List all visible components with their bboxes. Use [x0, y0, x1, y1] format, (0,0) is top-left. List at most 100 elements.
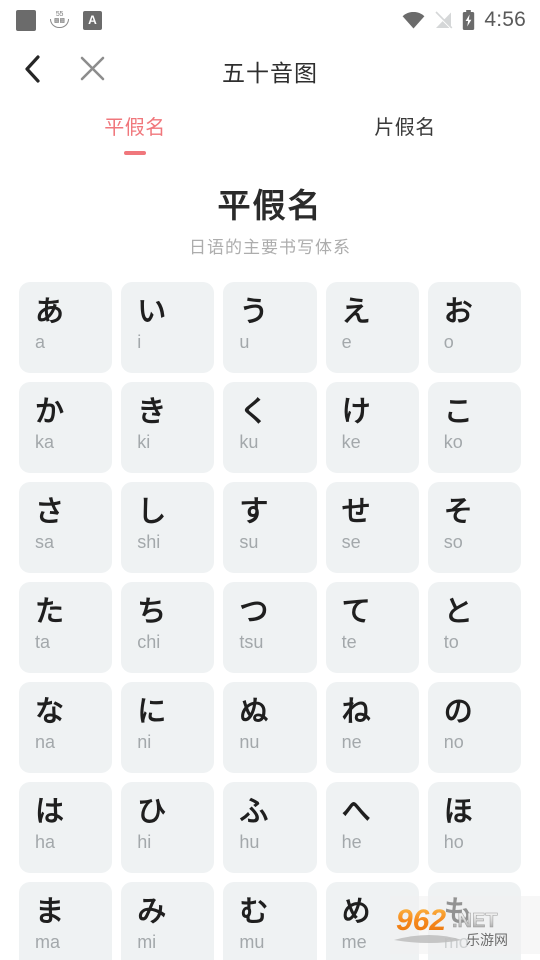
kana-character: さ	[35, 494, 65, 528]
kana-card[interactable]: も mo	[427, 882, 521, 960]
kana-character: つ	[239, 594, 269, 628]
kana-card[interactable]: ま ma	[19, 882, 113, 960]
kana-card[interactable]: け ke	[325, 382, 419, 473]
kana-romaji: ku	[239, 432, 259, 452]
kana-grid: あ a い i う u え e お o か ka き ki く ku け ke こ ko さ sa し shi す su せ se そ s…	[19, 282, 521, 960]
kana-card[interactable]: えe	[325, 282, 419, 373]
kana-card[interactable]: め me	[325, 882, 419, 960]
kana-romaji: mu	[239, 932, 265, 952]
kana-romaji: ta	[35, 632, 51, 652]
gauge-top-text: 55	[55, 10, 64, 18]
kana-romaji: o	[443, 332, 454, 352]
kana-card[interactable]: さ sa	[19, 482, 113, 573]
kana-romaji: chi	[137, 632, 161, 652]
kana-character: の	[443, 694, 473, 728]
kana-romaji: na	[35, 732, 56, 752]
kana-card[interactable]: へ he	[325, 782, 419, 873]
kana-romaji: mi	[137, 932, 157, 952]
status-bar-right-icons: 4:56	[402, 8, 526, 32]
kana-character: と	[443, 594, 473, 628]
kana-romaji: mo	[443, 932, 469, 952]
kana-character: く	[239, 394, 269, 428]
kana-character: そ	[443, 494, 473, 528]
kana-character: ぬ	[239, 694, 269, 728]
kana-character: う	[239, 294, 269, 328]
wifi-icon	[402, 11, 425, 29]
kana-card[interactable]: ほ ho	[427, 782, 521, 873]
kana-character: め	[341, 894, 371, 928]
kana-card[interactable]: ね ne	[325, 682, 419, 773]
kana-card[interactable]: か ka	[19, 382, 113, 473]
kana-card[interactable]: の no	[427, 682, 521, 773]
no-sim-icon	[434, 10, 453, 30]
kana-romaji: ko	[443, 432, 463, 452]
kana-character: へ	[341, 794, 371, 828]
kana-card[interactable]: おo	[427, 282, 521, 373]
kana-card[interactable]: そ so	[427, 482, 521, 573]
kana-romaji: u	[239, 332, 250, 352]
kana-character: に	[137, 694, 167, 728]
letter-a-icon: A	[83, 10, 102, 30]
kana-character: こ	[443, 394, 473, 428]
kana-romaji: so	[443, 532, 463, 552]
section-subtitle: 日语的主要书写体系	[189, 238, 351, 257]
gauge-arc-icon	[50, 18, 69, 28]
kana-card[interactable]: す su	[223, 482, 317, 573]
kana-romaji: te	[341, 632, 357, 652]
kana-card[interactable]: あa	[19, 282, 113, 373]
kana-character: て	[341, 594, 371, 628]
kana-card[interactable]: ひ hi	[121, 782, 215, 873]
kana-character: ふ	[239, 794, 269, 828]
kana-card[interactable]: こ ko	[427, 382, 521, 473]
kana-card[interactable]: て te	[325, 582, 419, 673]
tab-bar: 平假名 片假名	[0, 102, 540, 164]
tab-hiragana-label: 平假名	[104, 117, 166, 139]
kana-character: す	[239, 494, 269, 528]
kana-card[interactable]: く ku	[223, 382, 317, 473]
kana-card[interactable]: き ki	[121, 382, 215, 473]
close-button[interactable]	[70, 49, 114, 93]
kana-card[interactable]: た ta	[19, 582, 113, 673]
gauge-badge-icon: 55 ▩▩	[47, 10, 72, 31]
tab-katakana-label: 片假名	[374, 117, 436, 139]
kana-character: ひ	[137, 794, 167, 828]
kana-romaji: ne	[341, 732, 362, 752]
kana-card[interactable]: み mi	[121, 882, 215, 960]
kana-romaji: se	[341, 532, 361, 552]
kana-romaji: ha	[35, 832, 56, 852]
kana-card[interactable]: いi	[121, 282, 215, 373]
kana-card[interactable]: は ha	[19, 782, 113, 873]
back-button[interactable]	[10, 49, 54, 93]
kana-card[interactable]: ふ hu	[223, 782, 317, 873]
app-placeholder-icon	[16, 9, 36, 31]
kana-card[interactable]: む mu	[223, 882, 317, 960]
kana-romaji: e	[341, 332, 352, 352]
tab-katakana[interactable]: 片假名	[270, 102, 540, 164]
kana-character: も	[443, 894, 473, 928]
kana-card[interactable]: な na	[19, 682, 113, 773]
kana-card[interactable]: と to	[427, 582, 521, 673]
kana-romaji: to	[443, 632, 459, 652]
section-title: 平假名	[217, 187, 323, 224]
kana-card[interactable]: せ se	[325, 482, 419, 573]
kana-romaji: a	[35, 332, 46, 352]
kana-character: せ	[341, 494, 371, 528]
status-bar: 55 ▩▩ A 4:56	[0, 0, 540, 40]
kana-card[interactable]: ぬ nu	[223, 682, 317, 773]
kana-romaji: ke	[341, 432, 361, 452]
kana-card[interactable]: に ni	[121, 682, 215, 773]
kana-romaji: me	[341, 932, 367, 952]
kana-card[interactable]: し shi	[121, 482, 215, 573]
kana-character: ま	[35, 894, 65, 928]
kana-character: な	[35, 694, 65, 728]
kana-character: た	[35, 594, 65, 628]
kana-character: け	[341, 394, 371, 428]
status-bar-left-icons: 55 ▩▩ A	[16, 9, 102, 31]
kana-character: お	[443, 294, 473, 328]
kana-romaji: no	[443, 732, 464, 752]
chevron-left-icon	[24, 54, 41, 88]
kana-card[interactable]: つ tsu	[223, 582, 317, 673]
kana-card[interactable]: ち chi	[121, 582, 215, 673]
tab-hiragana[interactable]: 平假名	[0, 102, 270, 164]
kana-card[interactable]: うu	[223, 282, 317, 373]
